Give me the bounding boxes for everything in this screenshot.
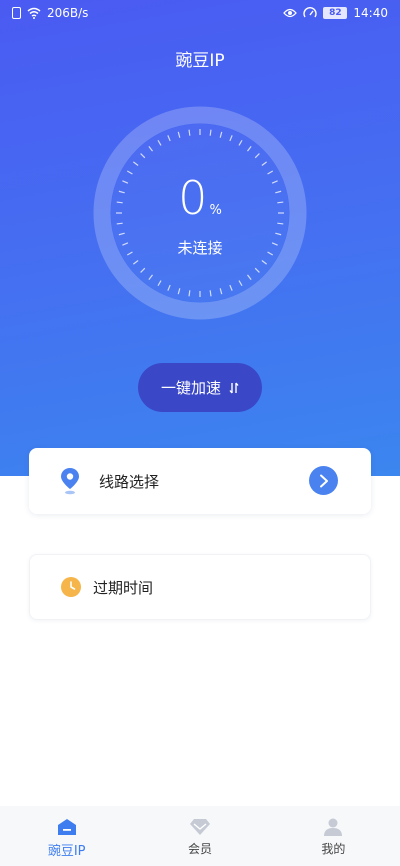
- expire-time-label: 过期时间: [93, 578, 154, 597]
- clock-time: 14:40: [353, 6, 388, 20]
- tab-home[interactable]: 豌豆IP: [0, 806, 133, 866]
- location-pin-icon: [61, 468, 79, 495]
- battery-level: 82: [323, 7, 348, 19]
- home-icon: [57, 819, 76, 835]
- expire-time-card[interactable]: 过期时间: [29, 554, 371, 620]
- speedometer-icon: [303, 7, 318, 18]
- bottom-tab-bar: 豌豆IP 会员 我的: [0, 806, 400, 866]
- swap-arrows-icon: [229, 382, 239, 393]
- page-title: 豌豆IP: [175, 51, 225, 71]
- percent-value: 0: [178, 171, 208, 225]
- eye-icon: [283, 8, 298, 18]
- dial-tick: [188, 129, 191, 136]
- tab-profile[interactable]: 我的: [267, 806, 400, 866]
- chevron-right-icon: [319, 474, 328, 487]
- route-select-label: 线路选择: [99, 472, 160, 491]
- sim-card-icon: [12, 7, 21, 19]
- connection-status: 未连接: [177, 239, 223, 257]
- network-speed: 206B/s: [47, 6, 89, 20]
- tab-membership[interactable]: 会员: [133, 806, 266, 866]
- dial-tick: [209, 290, 212, 297]
- percent-unit: %: [209, 203, 222, 218]
- dial-tick: [188, 290, 191, 297]
- dial-tick: [209, 129, 212, 136]
- boost-button-label: 一键加速: [160, 379, 221, 397]
- diamond-icon: [189, 819, 210, 835]
- user-icon: [324, 818, 343, 836]
- route-next-button[interactable]: [309, 466, 338, 495]
- tab-home-label: 豌豆IP: [47, 844, 86, 859]
- status-bar: 206B/s 82 14:40: [0, 0, 400, 28]
- percent-display: 0%: [93, 171, 307, 225]
- tab-membership-label: 会员: [187, 842, 212, 856]
- route-select-card[interactable]: 线路选择: [29, 448, 371, 514]
- boost-button[interactable]: 一键加速: [138, 363, 262, 412]
- speed-dial: 0% 未连接: [93, 106, 307, 320]
- wifi-icon: [27, 7, 41, 19]
- clock-icon: [61, 577, 81, 597]
- tab-profile-label: 我的: [321, 842, 346, 856]
